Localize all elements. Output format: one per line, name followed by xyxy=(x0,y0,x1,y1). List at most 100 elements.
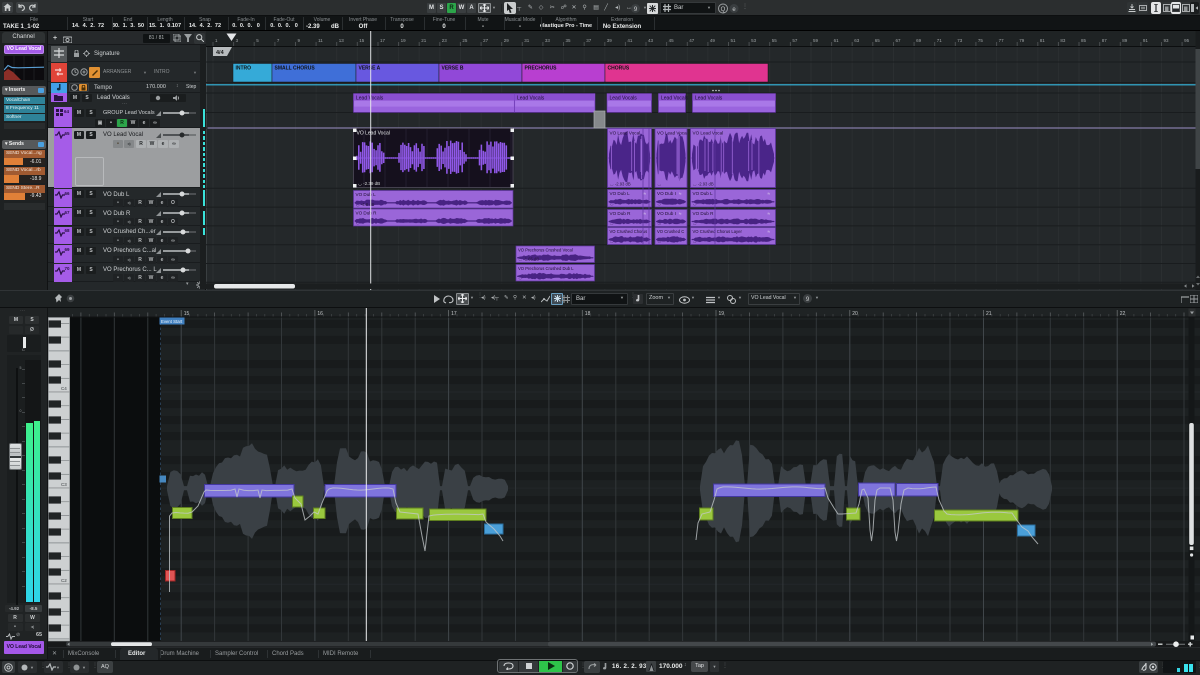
svg-text:Event Start: Event Start xyxy=(161,319,183,324)
svg-text:23: 23 xyxy=(442,38,448,43)
svg-text:17: 17 xyxy=(451,311,457,317)
svg-text:22: 22 xyxy=(1120,311,1126,317)
svg-text:65: 65 xyxy=(875,38,881,43)
svg-text:◡: ◡ xyxy=(519,275,523,280)
svg-text:20: 20 xyxy=(852,311,858,317)
svg-text:Q: Q xyxy=(721,7,726,13)
svg-text:◡: ◡ xyxy=(658,221,662,226)
svg-text:69: 69 xyxy=(916,38,922,43)
svg-text:VERSE A: VERSE A xyxy=(359,66,381,72)
svg-text:Lead Vocals: Lead Vocals xyxy=(356,95,384,101)
svg-text:43: 43 xyxy=(648,38,654,43)
svg-text:◡: ◡ xyxy=(356,220,360,225)
svg-text:53: 53 xyxy=(751,38,757,43)
svg-text:VERSE B: VERSE B xyxy=(442,66,464,72)
svg-text:91: 91 xyxy=(1143,38,1149,43)
svg-text:49: 49 xyxy=(710,38,716,43)
svg-text:47: 47 xyxy=(689,38,695,43)
svg-text:VO Prechorus Crushed Dub L: VO Prechorus Crushed Dub L xyxy=(518,266,574,271)
svg-text:18: 18 xyxy=(585,311,591,317)
svg-text:C3: C3 xyxy=(61,482,67,487)
svg-text:21: 21 xyxy=(986,311,992,317)
svg-text:31: 31 xyxy=(524,38,530,43)
svg-text:77: 77 xyxy=(999,38,1005,43)
svg-text:◡: ◡ xyxy=(610,201,614,206)
svg-text:11: 11 xyxy=(318,38,323,43)
svg-text:35: 35 xyxy=(566,38,572,43)
svg-text:VO Lead Vocal: VO Lead Vocal xyxy=(357,131,390,137)
svg-text:13: 13 xyxy=(339,38,345,43)
svg-text:◡: ◡ xyxy=(610,221,614,226)
svg-text:83: 83 xyxy=(1060,38,1066,43)
svg-text:VO Dub I: VO Dub I xyxy=(657,191,676,196)
svg-text:51: 51 xyxy=(731,38,737,43)
svg-text:87: 87 xyxy=(1102,38,1108,43)
svg-text:25: 25 xyxy=(462,38,468,43)
svg-text:VO Dub I: VO Dub I xyxy=(657,211,676,216)
svg-text:SMALL CHORUS: SMALL CHORUS xyxy=(275,66,316,72)
svg-text:89: 89 xyxy=(1122,38,1128,43)
svg-text:◡: ◡ xyxy=(658,182,662,187)
svg-text:Lead Vocals: Lead Vocals xyxy=(517,95,545,101)
svg-text:CHORUS: CHORUS xyxy=(608,66,630,72)
svg-text:VO Crushed Chorus: VO Crushed Chorus xyxy=(610,229,648,234)
svg-text:39: 39 xyxy=(607,38,613,43)
svg-text:VO Lead Vocal: VO Lead Vocal xyxy=(693,131,724,136)
svg-text:VO Dub L: VO Dub L xyxy=(356,192,377,197)
svg-text:INTRO: INTRO xyxy=(236,66,252,72)
svg-text:◡ -2.39 dB: ◡ -2.39 dB xyxy=(358,181,380,186)
svg-text:VO Lead Vocal: VO Lead Vocal xyxy=(610,131,641,136)
svg-text:27: 27 xyxy=(483,38,489,43)
svg-text:◡: ◡ xyxy=(693,201,697,206)
svg-text:◡: ◡ xyxy=(658,201,662,206)
svg-text:55: 55 xyxy=(772,38,778,43)
svg-text:17: 17 xyxy=(380,38,386,43)
svg-text:19: 19 xyxy=(719,311,725,317)
svg-text:Lead Vocals: Lead Vocals xyxy=(695,95,723,101)
svg-text:◡: ◡ xyxy=(693,239,697,244)
svg-text:63: 63 xyxy=(854,38,860,43)
svg-text:PRECHORUS: PRECHORUS xyxy=(525,66,558,72)
svg-text:59: 59 xyxy=(813,38,819,43)
svg-text:Lead Vocals: Lead Vocals xyxy=(661,95,689,101)
svg-text:◡ -4.8 dB: ◡ -4.8 dB xyxy=(356,202,375,207)
svg-text:93: 93 xyxy=(1164,38,1170,43)
svg-text:VO Lead Voca: VO Lead Voca xyxy=(657,131,687,136)
svg-text:◡: ◡ xyxy=(610,239,614,244)
svg-text:C2: C2 xyxy=(61,578,67,583)
svg-text:◡ -2.93 dB: ◡ -2.93 dB xyxy=(693,182,714,187)
svg-text:95: 95 xyxy=(1184,38,1190,43)
svg-text:16: 16 xyxy=(317,311,323,317)
svg-text:57: 57 xyxy=(792,38,798,43)
svg-text:71: 71 xyxy=(937,38,943,43)
svg-text:15: 15 xyxy=(359,38,365,43)
svg-text:19: 19 xyxy=(401,38,407,43)
svg-text:VO Dub R: VO Dub R xyxy=(356,211,378,216)
svg-text:45: 45 xyxy=(669,38,675,43)
svg-text:29: 29 xyxy=(504,38,510,43)
svg-text:61: 61 xyxy=(834,38,840,43)
svg-text:73: 73 xyxy=(957,38,963,43)
svg-text:85: 85 xyxy=(1081,38,1087,43)
svg-text:21: 21 xyxy=(421,38,427,43)
svg-text:VO Dub L: VO Dub L xyxy=(693,191,714,196)
svg-text:75: 75 xyxy=(978,38,984,43)
svg-text:VO Dub R: VO Dub R xyxy=(610,211,632,216)
svg-text:67: 67 xyxy=(896,38,902,43)
svg-text:VO Prechorus Crushed Vocal: VO Prechorus Crushed Vocal xyxy=(518,248,573,253)
svg-text:15: 15 xyxy=(184,311,190,317)
svg-text:37: 37 xyxy=(586,38,592,43)
svg-text:33: 33 xyxy=(545,38,551,43)
svg-text:VO Crushed Chorus Layer: VO Crushed Chorus Layer xyxy=(693,229,743,234)
svg-text:81: 81 xyxy=(1040,38,1046,43)
svg-text:79: 79 xyxy=(1019,38,1025,43)
svg-text:◡ -1.65 dB: ◡ -1.65 dB xyxy=(519,257,540,262)
svg-text:VO Dub R: VO Dub R xyxy=(693,211,715,216)
svg-text:VO Dub L: VO Dub L xyxy=(610,191,631,196)
svg-text:4/4: 4/4 xyxy=(216,50,225,56)
svg-text:◡: ◡ xyxy=(658,239,662,244)
svg-text:41: 41 xyxy=(627,38,633,43)
svg-text:VO Crushed C: VO Crushed C xyxy=(657,229,684,234)
svg-text:◡: ◡ xyxy=(693,221,697,226)
svg-text:◡ -2.93 dB: ◡ -2.93 dB xyxy=(610,182,631,187)
